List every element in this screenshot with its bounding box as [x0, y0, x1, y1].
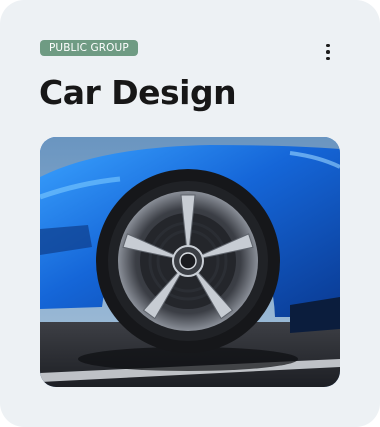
more-vertical-icon	[326, 43, 330, 48]
more-options-button[interactable]	[316, 40, 340, 64]
public-group-badge: PUBLIC GROUP	[40, 40, 138, 56]
more-vertical-icon-dot	[326, 56, 330, 61]
group-title: Car Design	[39, 73, 237, 112]
group-card[interactable]: PUBLIC GROUP Car Design	[0, 0, 380, 427]
cover-image	[40, 137, 340, 387]
car-wheel-illustration	[40, 137, 340, 387]
more-vertical-icon-dot	[326, 50, 330, 54]
